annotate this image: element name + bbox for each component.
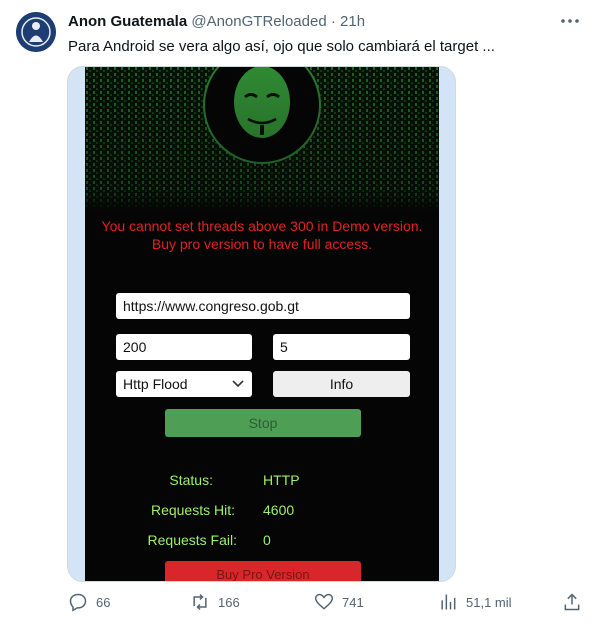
requests-fail-value: 0 bbox=[263, 532, 271, 548]
reply-icon bbox=[69, 593, 87, 612]
app-screenshot: You cannot set threads above 300 in Demo… bbox=[85, 67, 439, 581]
demo-warning: You cannot set threads above 300 in Demo… bbox=[85, 217, 439, 253]
buy-pro-button[interactable]: Buy Pro Version bbox=[165, 561, 361, 581]
tweet-media[interactable]: You cannot set threads above 300 in Demo… bbox=[67, 66, 456, 582]
retweet-icon bbox=[193, 593, 207, 611]
tweet-time[interactable]: 21h bbox=[340, 13, 365, 30]
warning-line-1: You cannot set threads above 300 in Demo… bbox=[101, 218, 423, 234]
url-input[interactable]: https://www.congreso.gob.gt bbox=[116, 293, 410, 319]
reply-button[interactable]: 66 bbox=[68, 588, 110, 616]
matrix-background-image bbox=[85, 67, 439, 212]
reply-count: 66 bbox=[96, 594, 111, 610]
like-button[interactable]: 741 bbox=[314, 588, 364, 616]
view-count: 51,1 mil bbox=[466, 594, 512, 610]
heart-icon bbox=[314, 593, 334, 610]
tweet-actions: 66 166 741 51,1 mil bbox=[0, 588, 597, 616]
share-button[interactable] bbox=[562, 588, 582, 616]
analytics-icon bbox=[441, 594, 456, 610]
requests-fail-label: Requests Fail: bbox=[147, 532, 237, 548]
views-button[interactable]: 51,1 mil bbox=[438, 588, 512, 616]
tweet-text: Para Android se vera algo así, ojo que s… bbox=[68, 38, 495, 55]
requests-hit-label: Requests Hit: bbox=[150, 502, 235, 518]
chevron-down-icon bbox=[232, 380, 244, 388]
anonymous-logo-icon bbox=[16, 12, 56, 52]
status-label: Status: bbox=[169, 472, 213, 488]
threads-input[interactable]: 200 bbox=[116, 334, 252, 360]
stop-button[interactable]: Stop bbox=[165, 409, 361, 437]
like-count: 741 bbox=[342, 594, 364, 610]
more-options-icon[interactable] bbox=[559, 12, 581, 30]
attack-method-select[interactable]: Http Flood bbox=[116, 371, 252, 397]
time-separator: · bbox=[330, 13, 336, 30]
author-handle[interactable]: @AnonGTReloaded bbox=[191, 13, 326, 30]
share-icon bbox=[564, 593, 580, 611]
attack-method-value: Http Flood bbox=[123, 376, 188, 392]
retweet-button[interactable]: 166 bbox=[190, 588, 240, 616]
retweet-count: 166 bbox=[218, 594, 240, 610]
info-button[interactable]: Info bbox=[273, 371, 410, 397]
timeout-input[interactable]: 5 bbox=[273, 334, 410, 360]
avatar[interactable] bbox=[16, 12, 56, 52]
tweet-header: Anon Guatemala @AnonGTReloaded · 21h bbox=[68, 13, 365, 30]
warning-line-2: Buy pro version to have full access. bbox=[151, 236, 373, 252]
requests-hit-value: 4600 bbox=[263, 502, 295, 518]
author-name[interactable]: Anon Guatemala bbox=[68, 13, 187, 30]
status-value: HTTP bbox=[263, 472, 300, 488]
